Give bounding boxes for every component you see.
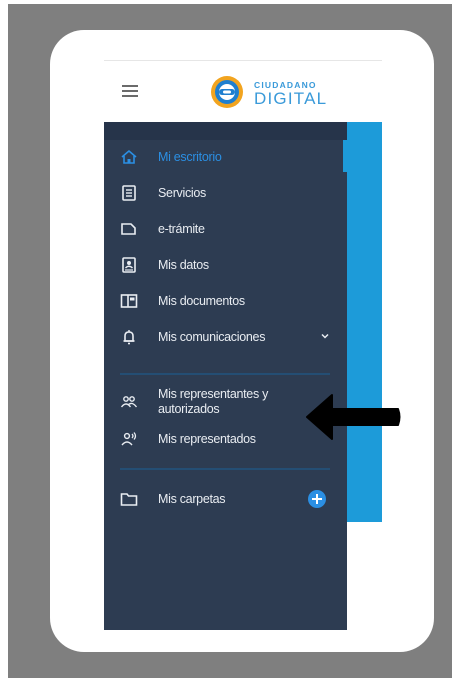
folder-icon <box>120 493 138 506</box>
sidebar-item-label-line2: autorizados <box>158 402 220 416</box>
sidebar-divider <box>120 468 330 470</box>
home-icon <box>121 149 137 164</box>
hamburger-icon[interactable] <box>122 85 138 97</box>
logo-wordmark-bottom: DIGITAL <box>254 89 328 108</box>
folder-tab-icon <box>121 223 136 235</box>
top-bar: CIUDADANO DIGITAL <box>104 60 382 123</box>
add-circle-icon[interactable] <box>308 490 326 508</box>
sidebar-item-label: Mis carpetas <box>158 492 226 506</box>
id-card-icon <box>122 257 136 273</box>
list-icon <box>122 185 136 201</box>
sidebar-item-label: Servicios <box>158 186 207 200</box>
sidebar-item-mi-escritorio[interactable]: Mi escritorio <box>104 142 347 172</box>
users-icon <box>120 396 138 408</box>
sidebar-item-mis-carpetas[interactable]: Mis carpetas <box>104 484 347 514</box>
sidebar-item-servicios[interactable]: Servicios <box>104 178 347 208</box>
sidebar-item-label-line1: Mis representantes y <box>158 387 269 401</box>
black-arrow-left <box>306 394 401 440</box>
sidebar-item-e-tramite[interactable]: e-trámite <box>104 214 347 244</box>
sidebar-item-label: Mi escritorio <box>158 150 222 164</box>
content-area-edge <box>347 122 382 522</box>
documents-icon <box>120 294 138 308</box>
sidebar-item-label: Mis representados <box>158 432 256 446</box>
sidebar-item-label: Mis datos <box>158 258 209 272</box>
chevron-down-icon[interactable] <box>319 330 331 342</box>
sidebar-item-mis-datos[interactable]: Mis datos <box>104 250 347 280</box>
sidebar-item-mis-comunicaciones[interactable]: Mis comunicaciones <box>104 322 347 352</box>
bell-icon <box>123 330 135 345</box>
user-broadcast-icon <box>121 432 137 446</box>
sidebar-item-label: Mis documentos <box>158 294 245 308</box>
sidebar-item-mis-documentos[interactable]: Mis documentos <box>104 286 347 316</box>
sidebar-menu: Mi escritorio Servicios e-trámite Mis da… <box>104 122 347 630</box>
sidebar-item-label: Mis comunicaciones <box>158 330 266 344</box>
phone-screen: CIUDADANO DIGITAL Mi escritorio Servicio… <box>104 60 382 630</box>
ciudadano-digital-logo[interactable]: CIUDADANO DIGITAL <box>208 73 338 113</box>
sidebar-divider <box>120 373 330 375</box>
logo-mark-icon <box>211 76 243 108</box>
sidebar-item-label: e-trámite <box>158 222 205 236</box>
